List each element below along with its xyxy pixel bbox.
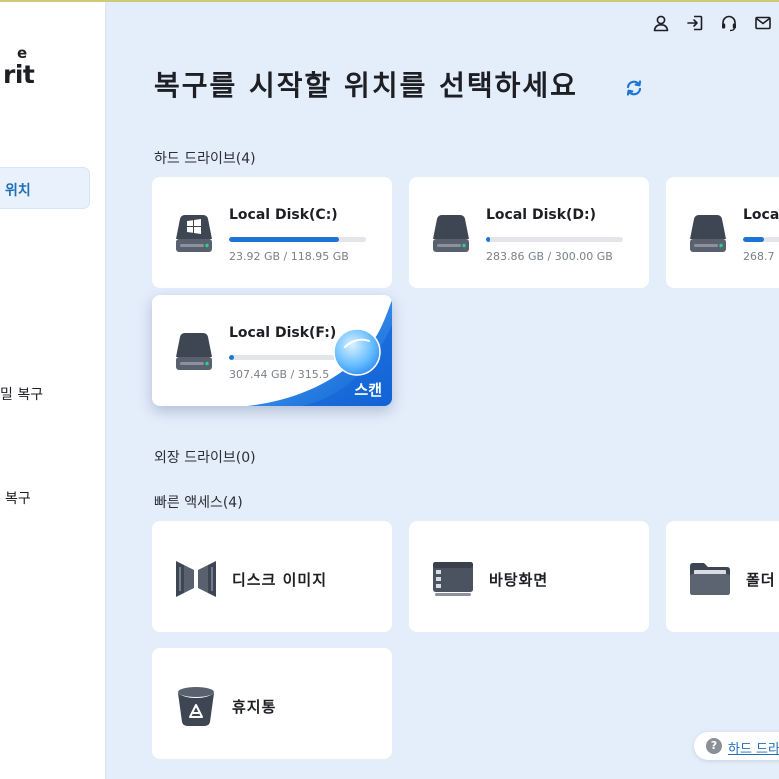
drive-size: 23.92 GB / 118.95 GB — [229, 250, 349, 263]
sidebar-item-recovery-b[interactable]: 복구 — [5, 488, 31, 508]
drive-size: 268.7 — [743, 250, 775, 263]
help-link[interactable]: ? 하드 드라 — [694, 732, 779, 760]
windows-disk-icon — [176, 215, 212, 252]
logo-text: rit — [3, 60, 35, 89]
drive-name: Local Disk(F:) — [229, 325, 337, 341]
drive-name: Local Disk(C:) — [229, 207, 338, 223]
top-accent-line — [0, 0, 779, 2]
drive-size: 283.86 GB / 300.00 GB — [486, 250, 613, 263]
quick-access-disk-image[interactable]: 디스크 이미지 — [152, 521, 392, 632]
mail-icon[interactable] — [752, 12, 774, 34]
disk-image-icon — [176, 561, 216, 597]
hard-drives-label: 하드 드라이브(4) — [154, 151, 256, 167]
drive-card-c[interactable]: Local Disk(C:) 23.92 GB / 118.95 GB — [152, 177, 392, 288]
quick-access-label-text: 바탕화면 — [489, 571, 549, 589]
sidebar-item-recovery-a[interactable]: 밀 복구 — [0, 384, 43, 404]
external-drives-label: 외장 드라이브(0) — [154, 450, 256, 466]
sidebar-item-location[interactable]: 위치 — [5, 180, 31, 200]
quick-access-desktop[interactable]: 바탕화면 — [409, 521, 649, 632]
page-title: 복구를 시작할 위치를 선택하세요 — [154, 69, 578, 102]
help-icon: ? — [706, 738, 722, 754]
trash-icon — [178, 687, 214, 726]
help-link-text: 하드 드라 — [728, 742, 779, 757]
drive-name: Local — [743, 207, 779, 223]
sign-in-icon[interactable] — [684, 12, 706, 34]
drive-size: 307.44 GB / 315.5 — [229, 368, 330, 381]
scan-button[interactable]: 스캔 — [354, 379, 382, 400]
desktop-icon — [433, 562, 473, 596]
quick-access-label-text: 휴지통 — [232, 698, 277, 716]
quick-access-folder[interactable]: 폴더 — [666, 521, 779, 632]
drive-card-d[interactable]: Local Disk(D:) 283.86 GB / 300.00 GB — [409, 177, 649, 288]
drive-usage-bar — [743, 237, 779, 242]
folder-icon — [690, 563, 730, 595]
quick-access-label-text: 폴더 — [746, 571, 776, 589]
quick-access-trash[interactable]: 휴지통 — [152, 648, 392, 759]
drive-usage-bar — [486, 237, 623, 242]
sidebar: e rit 위치 밀 복구 복구 — [0, 2, 106, 779]
drive-card-f[interactable]: Local Disk(F:) 307.44 GB / 315.5 스캔 — [152, 295, 392, 406]
drive-name: Local Disk(D:) — [486, 207, 597, 223]
disk-icon — [690, 215, 726, 252]
drive-usage-bar — [229, 355, 366, 360]
headset-icon[interactable] — [718, 12, 740, 34]
refresh-icon[interactable] — [624, 78, 644, 98]
quick-access-label: 빠른 액세스(4) — [154, 495, 243, 511]
disk-icon — [433, 215, 469, 252]
disk-icon — [176, 333, 212, 370]
user-icon[interactable] — [650, 12, 672, 34]
drive-usage-bar — [229, 237, 366, 242]
quick-access-label-text: 디스크 이미지 — [232, 571, 328, 589]
drive-card-e[interactable]: Local 268.7 — [666, 177, 779, 288]
